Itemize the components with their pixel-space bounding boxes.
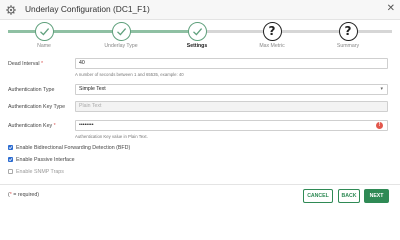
bfd-checkbox-label: Enable Bidirectional Forwarding Detectio…: [16, 145, 131, 151]
chevron-down-icon: ▾: [380, 86, 383, 92]
snmp-traps-checkbox-row[interactable]: Enable SNMP Traps: [8, 168, 64, 175]
required-mark: *: [53, 123, 56, 129]
footer-divider: [0, 184, 400, 185]
auth-key-help: Authentication Key value in Plain Text.: [75, 134, 148, 139]
question-mark-icon: ?: [262, 22, 282, 41]
cancel-button[interactable]: CANCEL: [303, 189, 333, 203]
step-complete-icon: [34, 22, 54, 41]
dead-interval-label: Dead Interval *: [8, 61, 44, 67]
required-mark: *: [41, 61, 44, 67]
step-label: Name: [37, 43, 51, 49]
step-label: Settings: [186, 43, 208, 49]
step-label: Max Metric: [259, 43, 285, 49]
bfd-checkbox-row[interactable]: Enable Bidirectional Forwarding Detectio…: [8, 144, 131, 151]
next-button[interactable]: NEXT: [364, 189, 389, 203]
auth-key-input[interactable]: •••••••• !: [75, 120, 388, 131]
passive-interface-checkbox-row[interactable]: Enable Passive Interface: [8, 156, 75, 163]
dialog-header: Underlay Configuration (DC1_F1) ✕: [0, 0, 400, 20]
passive-interface-checkbox[interactable]: [8, 156, 13, 162]
step-settings[interactable]: Settings: [167, 20, 227, 49]
auth-key-type-select: Plain Text: [75, 101, 388, 112]
dead-interval-help: A number of seconds between 1 and 65535,…: [75, 72, 184, 77]
close-icon[interactable]: ✕: [387, 3, 395, 15]
question-mark-icon: ?: [338, 22, 358, 41]
step-complete-icon: [187, 22, 207, 41]
step-label: Summary: [336, 43, 360, 49]
bfd-checkbox[interactable]: [8, 144, 13, 150]
dialog-title: Underlay Configuration (DC1_F1): [25, 4, 150, 14]
step-summary[interactable]: ? Summary: [318, 20, 378, 49]
wizard-stepper: Name Underlay Type Settings ? Max Metric…: [0, 20, 400, 53]
gear-icon: [6, 5, 16, 15]
required-note: (* = required): [8, 192, 40, 198]
auth-key-label: Authentication Key *: [8, 123, 56, 129]
back-button[interactable]: BACK: [338, 189, 360, 203]
step-max-metric[interactable]: ? Max Metric: [242, 20, 302, 49]
auth-type-label: Authentication Type: [8, 87, 55, 93]
step-complete-icon: [111, 22, 131, 41]
snmp-traps-checkbox-label: Enable SNMP Traps: [16, 169, 64, 175]
auth-type-select[interactable]: Simple Text ▾: [75, 84, 388, 95]
step-name[interactable]: Name: [14, 20, 74, 49]
auth-key-type-label: Authentication Key Type: [8, 104, 66, 110]
passive-interface-checkbox-label: Enable Passive Interface: [16, 157, 75, 163]
dead-interval-input[interactable]: 40: [75, 58, 388, 69]
snmp-traps-checkbox[interactable]: [8, 168, 13, 174]
error-icon: !: [376, 122, 383, 129]
step-label: Underlay Type: [104, 43, 138, 49]
step-underlay-type[interactable]: Underlay Type: [91, 20, 151, 49]
